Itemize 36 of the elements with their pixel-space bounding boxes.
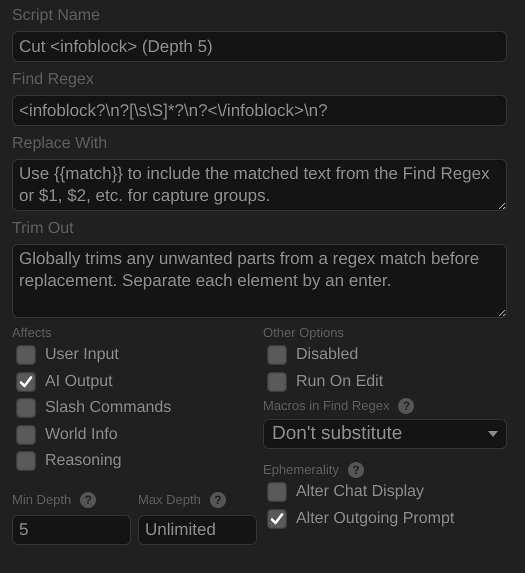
text-area[interactable]: Globally trims any unwanted parts from a regex match before replacement. Separate each element by an enter. bbox=[12, 244, 507, 318]
checkbox[interactable] bbox=[16, 451, 36, 472]
field-label: Replace With bbox=[12, 134, 108, 154]
field-label: Script Name bbox=[12, 6, 100, 26]
field-label: Find Regex bbox=[12, 70, 94, 90]
checkbox[interactable] bbox=[267, 508, 287, 529]
checkbox-label: Reasoning bbox=[45, 452, 122, 470]
checkbox[interactable] bbox=[267, 345, 287, 366]
macros-dropdown[interactable]: Don't substitute bbox=[263, 419, 507, 449]
section-label: Max Depth bbox=[138, 492, 201, 508]
section-label: Ephemerality bbox=[263, 462, 339, 478]
input-field[interactable]: Cut <infoblock> (Depth 5) bbox=[12, 31, 507, 62]
checkbox[interactable] bbox=[16, 372, 36, 392]
section-label: Affects bbox=[12, 325, 52, 341]
checkbox-label: Disabled bbox=[296, 346, 358, 364]
input-field[interactable]: Unlimited bbox=[138, 514, 257, 544]
checkbox[interactable] bbox=[267, 482, 287, 502]
checkbox[interactable] bbox=[267, 372, 287, 392]
checkbox-label: Run On Edit bbox=[296, 372, 384, 391]
section-label: Macros in Find Regex bbox=[263, 398, 390, 414]
input-field[interactable]: <infoblock?\n?[\s\S]*?\n?<\/infoblock>\n? bbox=[12, 95, 507, 126]
section-label: Other Options bbox=[263, 325, 344, 341]
caret-icon bbox=[488, 431, 498, 437]
checkbox-label: User Input bbox=[45, 346, 119, 364]
checkbox[interactable] bbox=[16, 398, 36, 418]
checkbox[interactable] bbox=[16, 345, 36, 366]
checkbox-label: World Info bbox=[45, 426, 118, 444]
section-label: Min Depth bbox=[12, 492, 72, 508]
checkbox-label: Alter Chat Display bbox=[296, 483, 424, 502]
text-area[interactable]: Use {{match}} to include the matched text from the Find Regex or $1, $2, etc. for capture groups. bbox=[12, 159, 507, 211]
field-label: Trim Out bbox=[12, 219, 74, 239]
checkbox[interactable] bbox=[16, 424, 36, 445]
checkbox-label: Slash Commands bbox=[45, 399, 172, 418]
input-field[interactable]: 5 bbox=[12, 514, 131, 544]
checkbox-label: Alter Outgoing Prompt bbox=[296, 510, 454, 528]
checkbox-label: AI Output bbox=[45, 372, 113, 391]
